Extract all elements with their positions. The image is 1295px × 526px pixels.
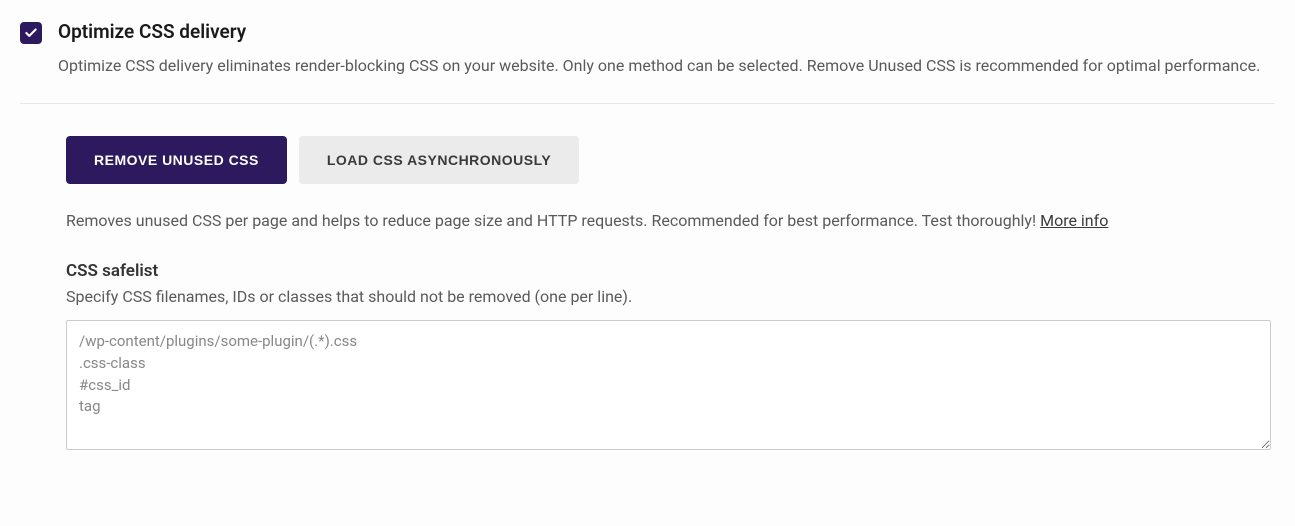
option-description: Optimize CSS delivery eliminates render-… (58, 53, 1260, 79)
safelist-label: CSS safelist (66, 261, 1275, 281)
safelist-help: Specify CSS filenames, IDs or classes th… (66, 287, 1275, 306)
check-icon (24, 26, 38, 40)
option-title: Optimize CSS delivery (58, 20, 1260, 43)
tab-description: Removes unused CSS per page and helps to… (66, 208, 1275, 234)
tab-remove-unused-css[interactable]: REMOVE UNUSED CSS (66, 136, 287, 184)
tab-description-text: Removes unused CSS per page and helps to… (66, 211, 1040, 230)
more-info-link[interactable]: More info (1040, 211, 1108, 230)
optimize-css-checkbox[interactable] (20, 22, 42, 44)
divider (20, 103, 1275, 104)
css-safelist-textarea[interactable] (66, 320, 1271, 450)
tab-load-css-async[interactable]: LOAD CSS ASYNCHRONOUSLY (299, 136, 579, 184)
